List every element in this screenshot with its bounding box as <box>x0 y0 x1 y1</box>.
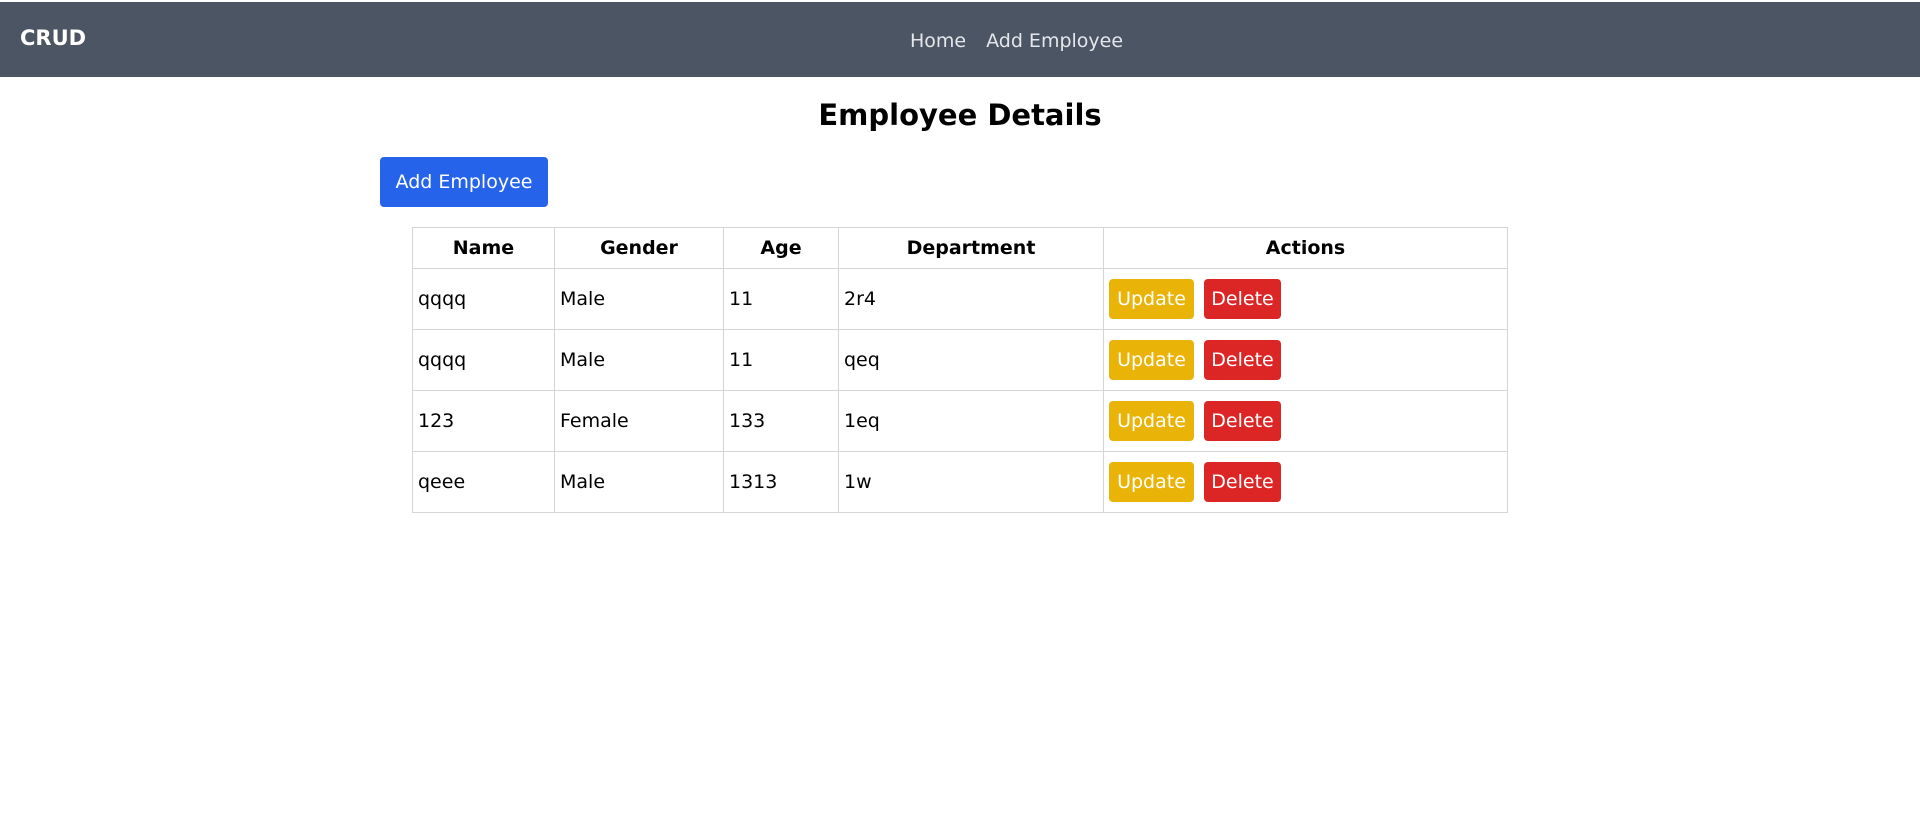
column-header-gender: Gender <box>554 227 724 269</box>
cell-name: qqqq <box>412 329 555 391</box>
cell-actions: Update Delete <box>1103 268 1508 330</box>
cell-age: 1313 <box>723 451 839 513</box>
table-row: qeee Male 1313 1w Update Delete <box>412 451 1508 513</box>
update-button[interactable]: Update <box>1109 401 1194 441</box>
table-row: qqqq Male 11 2r4 Update Delete <box>412 268 1508 330</box>
table-row: qqqq Male 11 qeq Update Delete <box>412 329 1508 391</box>
nav-link-home[interactable]: Home <box>910 30 966 52</box>
table-row: 123 Female 133 1eq Update Delete <box>412 390 1508 452</box>
cell-age: 11 <box>723 268 839 330</box>
column-header-department: Department <box>838 227 1104 269</box>
delete-button[interactable]: Delete <box>1204 462 1281 502</box>
column-header-age: Age <box>723 227 839 269</box>
cell-actions: Update Delete <box>1103 451 1508 513</box>
nav-links: Home Add Employee <box>910 30 1123 52</box>
add-employee-button[interactable]: Add Employee <box>380 157 548 207</box>
column-header-name: Name <box>412 227 555 269</box>
cell-gender: Male <box>554 268 724 330</box>
cell-name: qqqq <box>412 268 555 330</box>
cell-gender: Male <box>554 451 724 513</box>
navbar: CRUD Home Add Employee <box>0 2 1920 77</box>
cell-department: qeq <box>838 329 1104 391</box>
cell-name: qeee <box>412 451 555 513</box>
delete-button[interactable]: Delete <box>1204 401 1281 441</box>
column-header-actions: Actions <box>1103 227 1508 269</box>
cell-name: 123 <box>412 390 555 452</box>
update-button[interactable]: Update <box>1109 340 1194 380</box>
delete-button[interactable]: Delete <box>1204 279 1281 319</box>
cell-department: 1eq <box>838 390 1104 452</box>
nav-link-add-employee[interactable]: Add Employee <box>986 30 1123 52</box>
cell-age: 133 <box>723 390 839 452</box>
cell-actions: Update Delete <box>1103 390 1508 452</box>
cell-age: 11 <box>723 329 839 391</box>
brand-logo[interactable]: CRUD <box>20 26 86 50</box>
update-button[interactable]: Update <box>1109 279 1194 319</box>
cell-gender: Female <box>554 390 724 452</box>
table-header-row: Name Gender Age Department Actions <box>412 227 1508 269</box>
update-button[interactable]: Update <box>1109 462 1194 502</box>
cell-department: 2r4 <box>838 268 1104 330</box>
cell-actions: Update Delete <box>1103 329 1508 391</box>
employee-table: Name Gender Age Department Actions qqqq … <box>412 227 1508 513</box>
cell-gender: Male <box>554 329 724 391</box>
delete-button[interactable]: Delete <box>1204 340 1281 380</box>
cell-department: 1w <box>838 451 1104 513</box>
page-title: Employee Details <box>818 98 1102 132</box>
